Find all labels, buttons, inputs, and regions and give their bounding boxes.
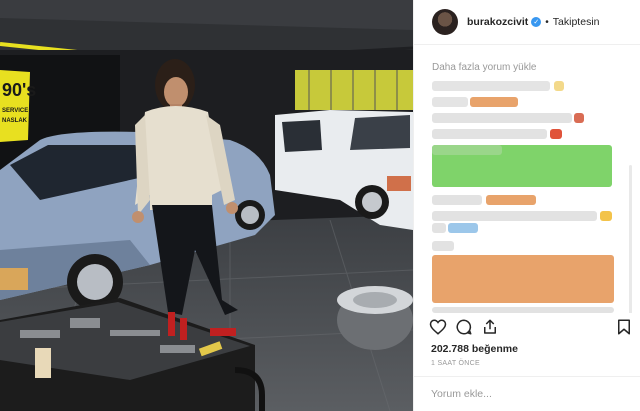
username-link[interactable]: burakozcivit xyxy=(467,16,528,28)
blurred-comment xyxy=(432,97,468,107)
comments-list[interactable]: Daha fazla yorum yükle xyxy=(432,45,634,313)
blurred-comment xyxy=(432,113,572,123)
blurred-comment xyxy=(486,195,536,205)
blurred-comment xyxy=(432,223,446,233)
blurred-comment xyxy=(432,211,597,221)
comments-scrollbar[interactable] xyxy=(629,165,632,313)
svg-text:90's: 90's xyxy=(2,80,36,100)
avatar[interactable] xyxy=(432,9,458,35)
blurred-comment xyxy=(432,255,614,303)
separator-dot: • xyxy=(545,16,549,28)
blurred-comment xyxy=(432,241,454,251)
blurred-comment xyxy=(574,113,584,123)
blurred-comment xyxy=(432,129,547,139)
post-timestamp[interactable]: 1 SAAT ÖNCE xyxy=(431,360,480,367)
blurred-comment xyxy=(448,223,478,233)
svg-text:NASLAK: NASLAK xyxy=(2,118,28,124)
comment-icon[interactable] xyxy=(455,318,473,336)
post-photo[interactable]: 90's SERVICE NASLAK xyxy=(0,0,413,411)
bookmark-icon[interactable] xyxy=(615,318,633,336)
comment-input[interactable] xyxy=(414,377,640,411)
blurred-comment xyxy=(432,307,614,313)
post-actions xyxy=(429,318,633,338)
share-icon[interactable] xyxy=(481,318,499,336)
post-side-panel: burakozcivit ✓ • Takiptesin Daha fazla y… xyxy=(413,0,640,411)
blurred-comment xyxy=(432,81,550,91)
post-header: burakozcivit ✓ • Takiptesin xyxy=(414,0,640,45)
blurred-comment xyxy=(432,195,482,205)
wheel-rim xyxy=(337,286,413,350)
likes-count[interactable]: 202.788 beğenme xyxy=(431,343,518,355)
following-button[interactable]: Takiptesin xyxy=(553,16,600,28)
blurred-comment xyxy=(470,97,518,107)
add-comment-area xyxy=(414,376,640,411)
blurred-comment xyxy=(432,145,502,155)
garage-photo: 90's SERVICE NASLAK xyxy=(0,0,413,411)
blurred-comment xyxy=(600,211,612,221)
verified-badge-icon: ✓ xyxy=(531,17,542,27)
heart-icon[interactable] xyxy=(429,318,447,336)
blurred-comment xyxy=(550,129,562,139)
blurred-comment xyxy=(554,81,564,91)
load-more-comments-link[interactable]: Daha fazla yorum yükle xyxy=(432,62,634,73)
svg-text:SERVICE: SERVICE xyxy=(2,108,28,114)
